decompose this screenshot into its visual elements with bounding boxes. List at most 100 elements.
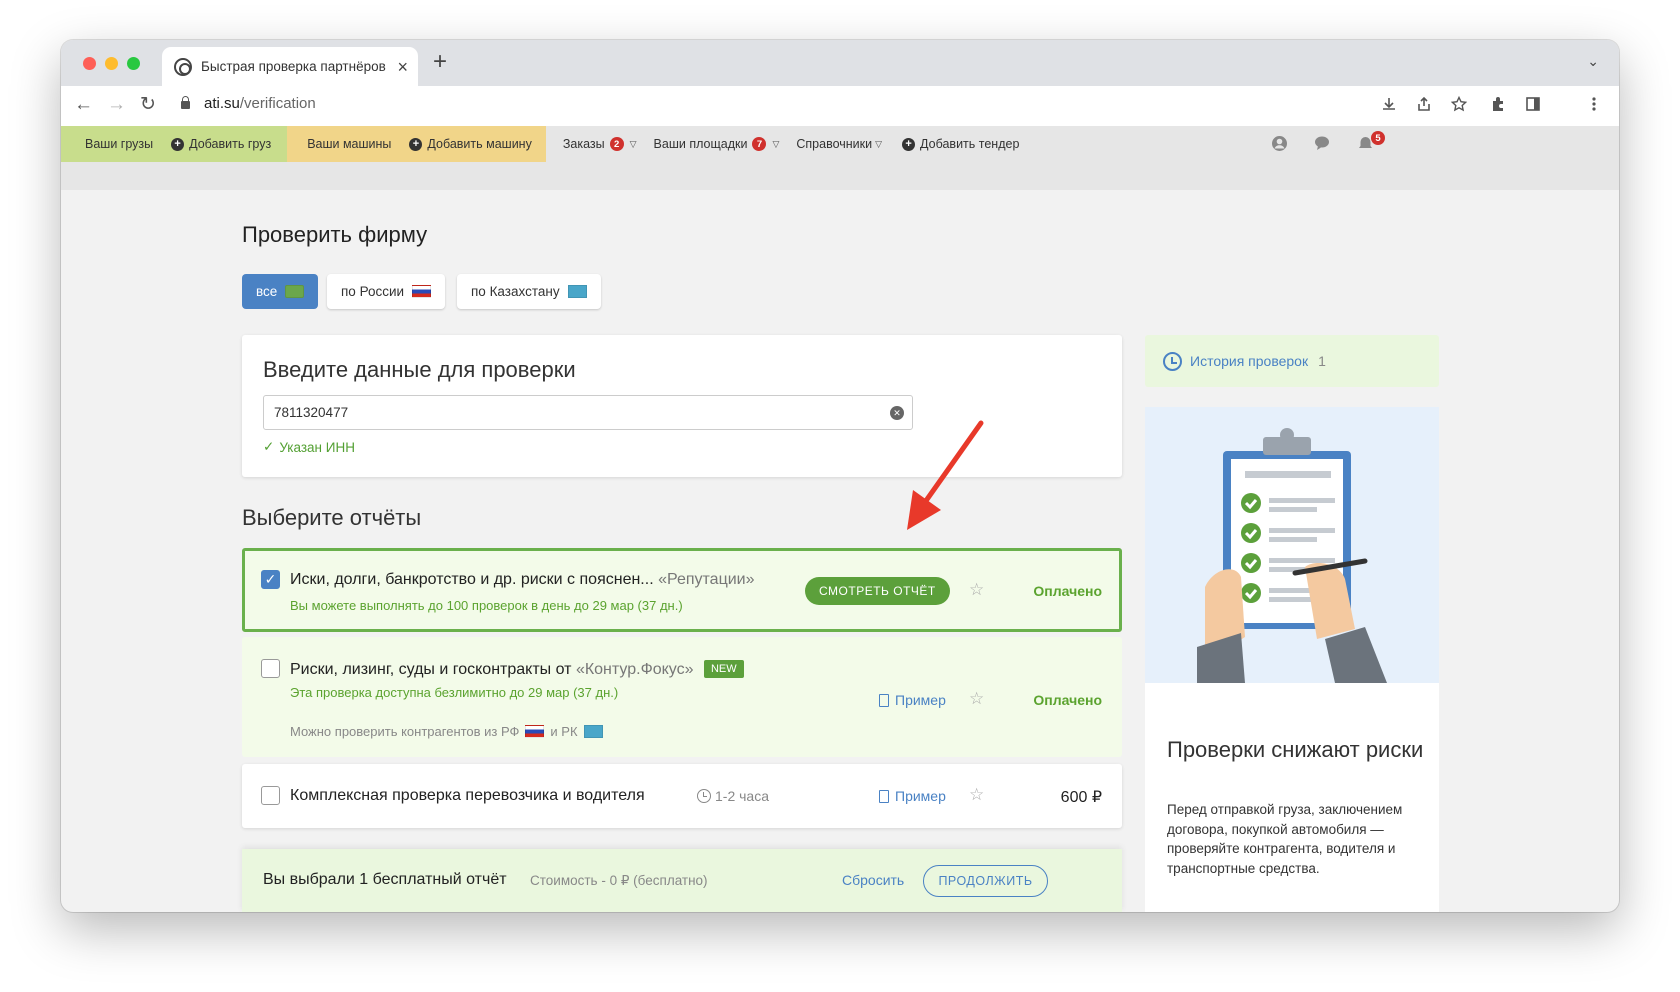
- loads-section: Ваши грузы + Добавить груз: [61, 126, 288, 162]
- platforms-label: Ваши площадки: [653, 137, 748, 151]
- references-label: Справочники: [796, 137, 873, 151]
- report-note-and: и РК: [550, 724, 578, 739]
- filter-kazakhstan[interactable]: по Казахстану: [457, 274, 601, 309]
- promo-title: Проверки снижают риски: [1167, 737, 1424, 762]
- tab-strip: Быстрая проверка партнёров × + ⌄: [61, 40, 1619, 86]
- browser-window: Быстрая проверка партнёров × + ⌄ ← → ↻ a…: [61, 40, 1619, 912]
- menu-icon[interactable]: [1591, 96, 1597, 116]
- nav-band: [61, 162, 1619, 190]
- kazakhstan-flag-icon: [583, 725, 603, 738]
- tab-close-icon[interactable]: ×: [397, 58, 408, 76]
- report-duration: 1-2 часа: [697, 788, 769, 804]
- sidebar-icon[interactable]: [1525, 96, 1541, 116]
- browser-tab-active[interactable]: Быстрая проверка партнёров ×: [162, 47, 418, 86]
- favorite-star-icon[interactable]: ☆: [969, 581, 984, 598]
- report-subtitle: Эта проверка доступна безлимитно до 29 м…: [290, 685, 619, 700]
- site-nav: Ваши грузы + Добавить груз Ваши машины +…: [61, 126, 1619, 162]
- share-icon[interactable]: [1416, 96, 1432, 116]
- history-link[interactable]: История проверок 1: [1145, 335, 1439, 387]
- download-icon[interactable]: [1381, 96, 1397, 116]
- input-card-title: Введите данные для проверки: [263, 357, 576, 382]
- orders-label: Заказы: [562, 137, 605, 151]
- add-load-link[interactable]: + Добавить груз: [171, 137, 271, 151]
- report-title-text: Иски, долги, банкротство и др. риски с п…: [290, 571, 654, 588]
- orders-menu[interactable]: Заказы 2 ▽: [563, 137, 637, 151]
- kazakhstan-flag-icon: [567, 285, 587, 298]
- notifications-count-badge: 5: [1371, 131, 1385, 145]
- history-count: 1: [1318, 353, 1326, 369]
- history-icon: [1163, 351, 1182, 371]
- reset-link[interactable]: Сбросить: [842, 872, 904, 888]
- report-title: Комплексная проверка перевозчика и водит…: [290, 787, 645, 804]
- report-checkbox[interactable]: [261, 786, 280, 805]
- platforms-menu[interactable]: Ваши площадки 7 ▽: [653, 137, 780, 151]
- history-label: История проверок: [1190, 353, 1309, 369]
- add-truck-label: Добавить машину: [427, 137, 532, 151]
- russia-flag-icon: [412, 285, 432, 298]
- view-report-button[interactable]: СМОТРЕТЬ ОТЧЁТ: [805, 577, 950, 605]
- example-link[interactable]: Пример: [879, 788, 946, 804]
- profile-icon[interactable]: [1271, 135, 1288, 156]
- report-source: «Репутации»: [658, 571, 755, 588]
- platforms-count-badge: 7: [752, 137, 767, 151]
- messages-icon[interactable]: [1314, 135, 1333, 156]
- page-title: Проверить фирму: [242, 222, 428, 247]
- add-tender-label: Добавить тендер: [920, 137, 1020, 151]
- new-badge: NEW: [703, 660, 744, 678]
- forward-arrow-icon[interactable]: →: [107, 95, 126, 114]
- url-domain: ati.su: [204, 95, 240, 112]
- chevron-down-icon: ▽: [629, 138, 637, 149]
- new-tab-button[interactable]: +: [433, 50, 447, 74]
- favorite-star-icon[interactable]: ☆: [969, 786, 984, 803]
- your-trucks-link[interactable]: Ваши машины: [307, 137, 391, 151]
- chevron-down-icon: ▽: [772, 138, 780, 149]
- report-source: «Контур.Фокус»: [575, 661, 694, 678]
- bookmark-star-icon[interactable]: [1450, 95, 1468, 116]
- example-link[interactable]: Пример: [879, 692, 946, 708]
- extensions-icon[interactable]: [1490, 96, 1506, 116]
- paid-status: Оплачено: [1033, 692, 1102, 708]
- clock-icon: [697, 789, 711, 803]
- address-bar[interactable]: ati.su/verification: [181, 95, 316, 112]
- plus-icon: +: [902, 137, 916, 151]
- paid-status: Оплачено: [1033, 583, 1102, 599]
- chevron-down-icon: ▽: [875, 138, 883, 149]
- reload-icon[interactable]: ↻: [140, 95, 156, 114]
- your-loads-link[interactable]: Ваши грузы: [85, 137, 153, 151]
- document-icon: [879, 693, 889, 707]
- globe-icon: [285, 285, 305, 298]
- report-row-carrier: Комплексная проверка перевозчика и водит…: [242, 764, 1122, 828]
- reports-section-title: Выберите отчёты: [242, 505, 422, 530]
- clipboard-illustration: [1145, 407, 1439, 683]
- filter-kazakhstan-label: по Казахстану: [471, 284, 560, 299]
- report-note: Можно проверить контрагентов из РФ и РК: [290, 724, 603, 739]
- add-tender-link[interactable]: + Добавить тендер: [902, 137, 1019, 151]
- report-title: Риски, лизинг, суды и госконтракты от «К…: [290, 660, 744, 679]
- report-subtitle: Вы можете выполнять до 100 проверок в де…: [290, 598, 683, 613]
- close-window-button[interactable]: [83, 57, 96, 70]
- trucks-section: Ваши машины + Добавить машину: [287, 126, 546, 162]
- filter-all[interactable]: все: [242, 274, 319, 309]
- report-row-reputation: ✓ Иски, долги, банкротство и др. риски с…: [242, 548, 1122, 632]
- report-checkbox[interactable]: ✓: [261, 570, 280, 589]
- favorite-star-icon[interactable]: ☆: [969, 690, 984, 707]
- clear-input-icon[interactable]: ✕: [890, 406, 904, 420]
- references-menu[interactable]: Справочники ▽: [796, 137, 882, 151]
- minimize-window-button[interactable]: [105, 57, 118, 70]
- checkmark-icon: ✓: [263, 439, 275, 454]
- plus-icon: +: [171, 137, 185, 151]
- report-checkbox[interactable]: [261, 659, 280, 678]
- maximize-window-button[interactable]: [127, 57, 140, 70]
- plus-icon: +: [409, 137, 423, 151]
- inn-input[interactable]: 7811320477 ✕: [263, 395, 913, 430]
- lock-icon: [181, 95, 190, 109]
- report-title: Иски, долги, банкротство и др. риски с п…: [290, 571, 755, 589]
- add-truck-link[interactable]: + Добавить машину: [409, 137, 532, 151]
- inn-input-value: 7811320477: [274, 405, 349, 420]
- tab-search-chevron-icon[interactable]: ⌄: [1587, 53, 1599, 70]
- continue-button[interactable]: ПРОДОЛЖИТЬ: [923, 865, 1048, 897]
- orders-count-badge: 2: [609, 137, 624, 151]
- back-arrow-icon[interactable]: ←: [74, 95, 93, 114]
- filter-russia[interactable]: по России: [327, 274, 446, 309]
- filter-russia-label: по России: [341, 284, 405, 299]
